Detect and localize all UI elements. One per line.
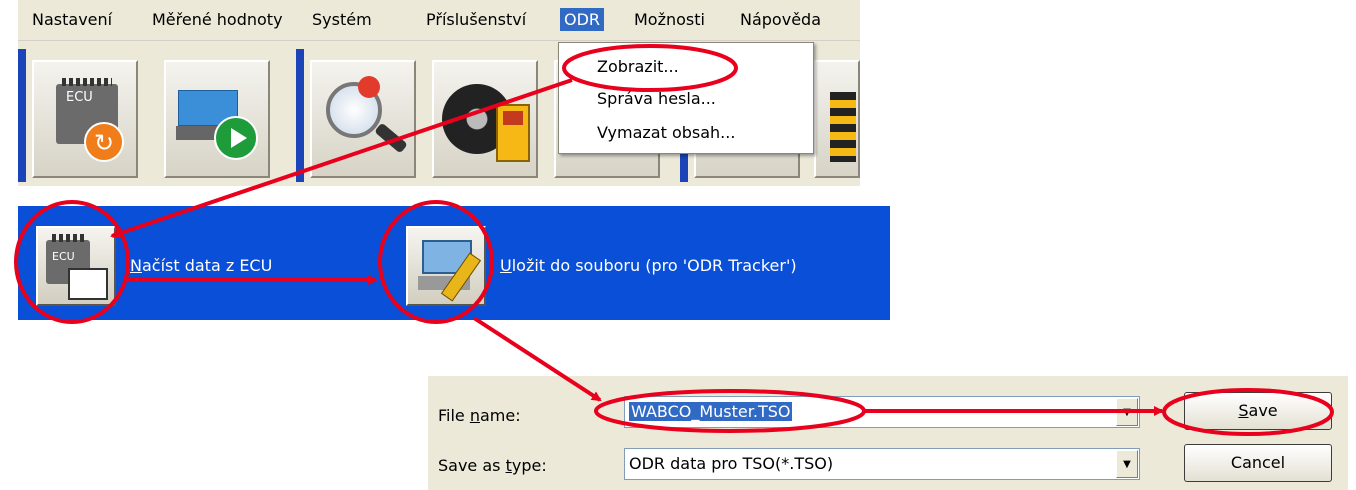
menu-moznosti[interactable]: Možnosti	[634, 10, 705, 29]
menu-nastaveni[interactable]: Nastavení	[32, 10, 112, 29]
toolbar-separator	[18, 49, 26, 182]
vehicle-start-button[interactable]	[164, 60, 270, 178]
save-file-label[interactable]: Uložit do souboru (pro 'ODR Tracker')	[500, 256, 797, 275]
save-dialog: File name: WABCO_Muster.TSO ▼ Save as ty…	[428, 376, 1348, 490]
menu-odr[interactable]: ODR	[560, 8, 605, 31]
save-type-label: Save as type:	[438, 456, 547, 475]
menu-item-sprava-hesla[interactable]: Správa hesla...	[597, 89, 716, 108]
menu-bar: Nastavení Měřené hodnoty Systém Přísluše…	[18, 0, 860, 41]
play-icon	[214, 116, 258, 160]
ecu-reset-button[interactable]: ECU ↻	[32, 60, 138, 178]
diagnose-button[interactable]	[310, 60, 416, 178]
reset-icon: ↻	[84, 122, 124, 162]
chevron-down-icon[interactable]: ▼	[1116, 450, 1138, 478]
save-type-value: ODR data pro TSO(*.TSO)	[629, 454, 834, 473]
truck-partial-button[interactable]	[814, 60, 860, 178]
read-ecu-button[interactable]: ECU	[36, 226, 116, 306]
menu-napoveda[interactable]: Nápověda	[740, 10, 821, 29]
save-button[interactable]: Save	[1184, 392, 1332, 430]
menu-item-vymazat-obsah[interactable]: Vymazat obsah...	[597, 123, 735, 142]
book-icon	[68, 268, 108, 300]
menu-merene-hodnoty[interactable]: Měřené hodnoty	[152, 10, 283, 29]
save-file-button[interactable]	[406, 226, 486, 306]
cancel-button[interactable]: Cancel	[1184, 444, 1332, 482]
file-name-label: File name:	[438, 406, 521, 425]
chevron-down-icon[interactable]: ▼	[1116, 398, 1138, 426]
toolbar-separator	[296, 49, 304, 182]
menu-item-zobrazit[interactable]: Zobrazit...	[597, 57, 679, 76]
tire-meter-button[interactable]	[432, 60, 538, 178]
file-name-value: WABCO_Muster.TSO	[629, 402, 793, 421]
odr-dropdown-menu: Zobrazit... Správa hesla... Vymazat obsa…	[558, 42, 814, 154]
save-type-select[interactable]: ODR data pro TSO(*.TSO) ▼	[624, 448, 1140, 480]
odr-panel: ECU Načíst data z ECU Uložit do souboru …	[18, 206, 890, 320]
file-name-input[interactable]: WABCO_Muster.TSO ▼	[624, 396, 1140, 428]
truck-grid-icon	[830, 92, 856, 162]
menu-system[interactable]: Systém	[312, 10, 372, 29]
menu-prislusenstvi[interactable]: Příslušenství	[426, 10, 526, 29]
multimeter-icon	[496, 104, 530, 162]
read-ecu-label[interactable]: Načíst data z ECU	[130, 256, 272, 275]
